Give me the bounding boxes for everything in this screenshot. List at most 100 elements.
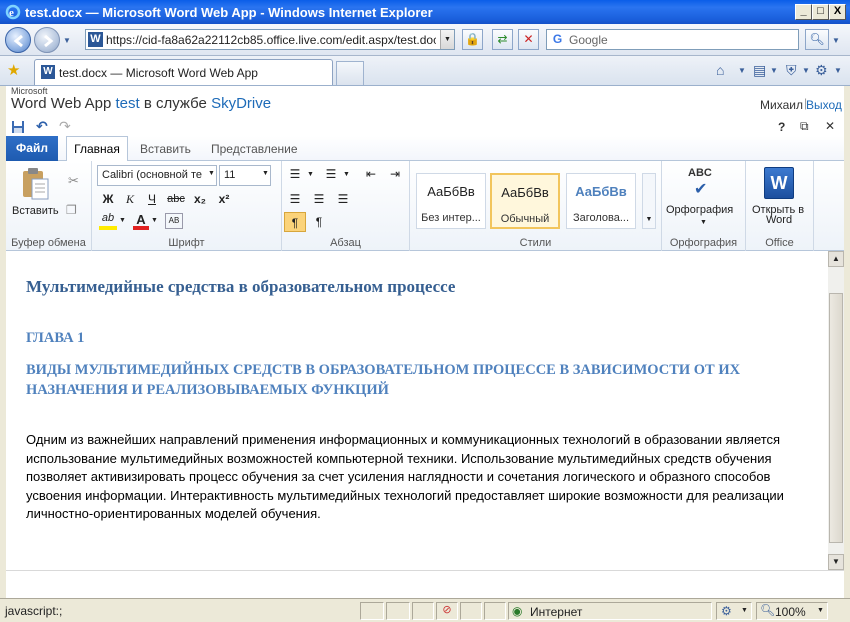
favorites-star-icon[interactable]: ★ — [7, 61, 20, 79]
new-tab-button[interactable] — [336, 61, 364, 85]
spelling-abc-icon: ABC — [688, 167, 712, 179]
status-panel — [484, 602, 506, 620]
cut-icon[interactable]: ✂ — [68, 173, 79, 189]
body-paragraph: Одним из важнейших направлений применени… — [26, 432, 784, 521]
styles-more-icon[interactable]: ▼ — [642, 173, 656, 229]
strikethrough-button[interactable]: abc — [165, 189, 187, 209]
rtl-paragraph-icon[interactable]: ¶ — [308, 212, 330, 232]
style-name: Заголова... — [572, 212, 630, 224]
paste-clipboard-icon — [23, 168, 49, 200]
window-right-edge — [844, 86, 850, 598]
app-title: Word Web App test в службе SkyDrive — [11, 95, 271, 112]
tab-home[interactable]: Главная — [66, 136, 128, 162]
undo-icon[interactable]: ↶ — [36, 118, 48, 135]
search-button[interactable]: 🔍︎ — [805, 29, 829, 50]
highlight-dropdown-icon[interactable]: ▼ — [119, 217, 126, 224]
doc-name-link[interactable]: test — [116, 95, 140, 112]
scroll-down-icon[interactable]: ▼ — [828, 554, 844, 570]
font-size-dropdown-icon[interactable]: ▼ — [262, 170, 269, 177]
bold-button[interactable]: Ж — [97, 189, 119, 209]
align-right-icon[interactable]: ☰ — [332, 189, 354, 209]
open-in-word-icon[interactable]: W — [764, 167, 794, 199]
underline-button[interactable]: Ч — [141, 189, 163, 209]
scroll-thumb[interactable] — [829, 293, 843, 543]
bullets-icon[interactable]: ☰ — [284, 164, 306, 184]
tab-file[interactable]: Файл — [6, 136, 58, 161]
address-input[interactable]: W https://cid-fa8a62a22112cb85.office.li… — [85, 29, 455, 50]
tab-insert[interactable]: Вставить — [140, 142, 191, 156]
numbering-icon[interactable]: ☰ — [320, 164, 342, 184]
align-center-icon[interactable]: ☰ — [308, 189, 330, 209]
font-name-select[interactable]: Calibri (основной те — [97, 165, 217, 186]
stop-icon[interactable]: ✕ — [518, 29, 539, 50]
refresh-icon[interactable]: ⇄ — [492, 29, 513, 50]
increase-indent-icon[interactable]: ⇥ — [384, 164, 406, 184]
help-button[interactable]: ? — [778, 120, 785, 134]
highlight-icon[interactable]: ab — [99, 212, 117, 230]
style-no-spacing[interactable]: АаБбВв Без интер... — [416, 173, 486, 229]
app-header: Microsoft Word Web App test в службе Sky… — [6, 86, 844, 118]
tab-bar: ★ W test.docx — Microsoft Word Web App ⌂… — [0, 56, 850, 86]
page-dropdown-icon[interactable]: ▼ — [770, 66, 778, 84]
lock-icon[interactable]: 🔒 — [462, 29, 483, 50]
forward-button[interactable] — [34, 27, 60, 53]
protected-mode[interactable]: ⚙ ▼ — [716, 602, 752, 620]
group-spelling: ABC ✔ Орфография ▼ Орфография — [662, 161, 746, 251]
spelling-check-icon: ✔ — [694, 181, 708, 198]
security-zone[interactable]: ◉ Интернет — [508, 602, 712, 620]
minimize-button[interactable]: _ — [795, 4, 812, 20]
bullets-dropdown-icon[interactable]: ▼ — [307, 171, 314, 178]
page-icon[interactable]: ▤ — [753, 62, 766, 80]
open-in-word-label-2[interactable]: Word — [766, 214, 792, 226]
scroll-up-icon[interactable]: ▲ — [828, 251, 844, 267]
ltr-paragraph-icon[interactable]: ¶ — [284, 212, 306, 232]
decrease-indent-icon[interactable]: ⇤ — [360, 164, 382, 184]
subscript-button[interactable]: x₂ — [189, 189, 211, 209]
home-dropdown-icon[interactable]: ▼ — [738, 66, 746, 84]
spelling-button[interactable]: Орфография — [666, 204, 733, 216]
safety-shield-icon[interactable]: ⛨ — [786, 62, 797, 80]
history-dropdown-icon[interactable]: ▼ — [63, 36, 71, 45]
home-icon[interactable]: ⌂ — [716, 62, 724, 80]
status-bar: javascript:; ⊘ ◉ Интернет ⚙ ▼ 🔍︎ 100% ▼ — [0, 598, 850, 622]
font-color-icon[interactable]: A — [133, 212, 149, 230]
tools-dropdown-icon[interactable]: ▼ — [834, 66, 842, 84]
skydrive-link[interactable]: SkyDrive — [211, 95, 271, 112]
maximize-button[interactable]: □ — [812, 4, 829, 20]
window-title: test.docx — Microsoft Word Web App - Win… — [25, 5, 433, 20]
google-icon: G — [552, 32, 563, 46]
tab-view[interactable]: Представление — [211, 142, 298, 156]
superscript-button[interactable]: x² — [213, 189, 235, 209]
document-canvas[interactable]: Мультимедийные средства в образовательно… — [6, 251, 828, 570]
vertical-scrollbar[interactable]: ▲ ▼ — [828, 251, 844, 570]
popout-icon[interactable]: ⧉ — [800, 119, 809, 134]
zoom-control[interactable]: 🔍︎ 100% ▼ — [756, 602, 828, 620]
font-color-dropdown-icon[interactable]: ▼ — [151, 217, 158, 224]
redo-icon[interactable]: ↷ — [59, 118, 71, 135]
style-normal[interactable]: АаБбВв Обычный — [490, 173, 560, 229]
italic-button[interactable]: К — [119, 189, 141, 209]
privacy-icon[interactable]: ⊘ — [436, 602, 458, 620]
align-left-icon[interactable]: ☰ — [284, 189, 306, 209]
clear-format-icon[interactable]: AB — [165, 213, 183, 229]
save-icon[interactable] — [11, 120, 25, 134]
search-input[interactable]: G Google — [546, 29, 799, 50]
signout-link[interactable]: Выход — [806, 98, 842, 112]
safety-dropdown-icon[interactable]: ▼ — [802, 66, 810, 84]
copy-icon[interactable]: ❐ — [66, 203, 77, 217]
search-options-icon[interactable]: ▼ — [832, 36, 840, 45]
tools-gear-icon[interactable]: ⚙ — [815, 62, 828, 80]
close-doc-icon[interactable]: ✕ — [825, 119, 835, 133]
browser-tab[interactable]: W test.docx — Microsoft Word Web App — [34, 59, 333, 85]
font-name-dropdown-icon[interactable]: ▼ — [208, 170, 215, 177]
paste-label[interactable]: Вставить — [12, 205, 59, 217]
user-name[interactable]: Михаил — [760, 98, 803, 112]
address-dropdown-icon[interactable]: ▼ — [440, 30, 454, 49]
numbering-dropdown-icon[interactable]: ▼ — [343, 171, 350, 178]
paste-button[interactable] — [20, 167, 50, 203]
close-window-button[interactable]: X — [829, 4, 846, 20]
spelling-dropdown-icon[interactable]: ▼ — [700, 219, 707, 226]
zoom-dropdown-icon: ▼ — [817, 607, 824, 614]
back-button[interactable] — [5, 27, 31, 53]
style-heading[interactable]: АаБбВв Заголова... — [566, 173, 636, 229]
